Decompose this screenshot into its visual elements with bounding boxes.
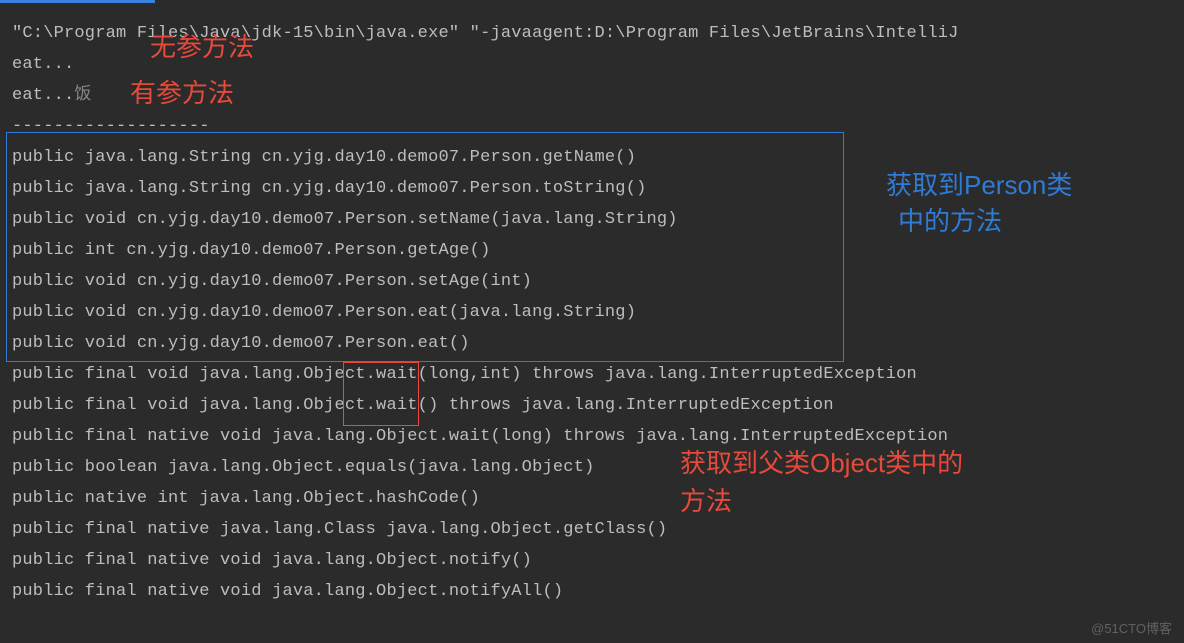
console-line: public final native java.lang.Class java… [12, 514, 1174, 545]
console-line: public final void java.lang.Object.wait(… [12, 359, 1174, 390]
console-line: "C:\Program Files\Java\jdk-15\bin\java.e… [12, 18, 1174, 49]
console-output: "C:\Program Files\Java\jdk-15\bin\java.e… [12, 18, 1174, 607]
console-line: ------------------- [12, 111, 1174, 142]
console-line: public native int java.lang.Object.hashC… [12, 483, 1174, 514]
watermark: @51CTO博客 [1091, 618, 1172, 637]
console-line: public java.lang.String cn.yjg.day10.dem… [12, 173, 1174, 204]
run-progress-bar [0, 0, 155, 3]
console-line: public final native void java.lang.Objec… [12, 576, 1174, 607]
console-line: public boolean java.lang.Object.equals(j… [12, 452, 1174, 483]
console-line: eat...饭 [12, 80, 1174, 111]
console-line: eat... [12, 49, 1174, 80]
console-line: public final native void java.lang.Objec… [12, 545, 1174, 576]
console-line: public final void java.lang.Object.wait(… [12, 390, 1174, 421]
console-cn-char: 饭 [74, 86, 91, 105]
console-line: public int cn.yjg.day10.demo07.Person.ge… [12, 235, 1174, 266]
console-line: public void cn.yjg.day10.demo07.Person.e… [12, 328, 1174, 359]
console-line: public void cn.yjg.day10.demo07.Person.e… [12, 297, 1174, 328]
console-line: public final native void java.lang.Objec… [12, 421, 1174, 452]
console-line: public void cn.yjg.day10.demo07.Person.s… [12, 266, 1174, 297]
console-line: public java.lang.String cn.yjg.day10.dem… [12, 142, 1174, 173]
console-line: public void cn.yjg.day10.demo07.Person.s… [12, 204, 1174, 235]
